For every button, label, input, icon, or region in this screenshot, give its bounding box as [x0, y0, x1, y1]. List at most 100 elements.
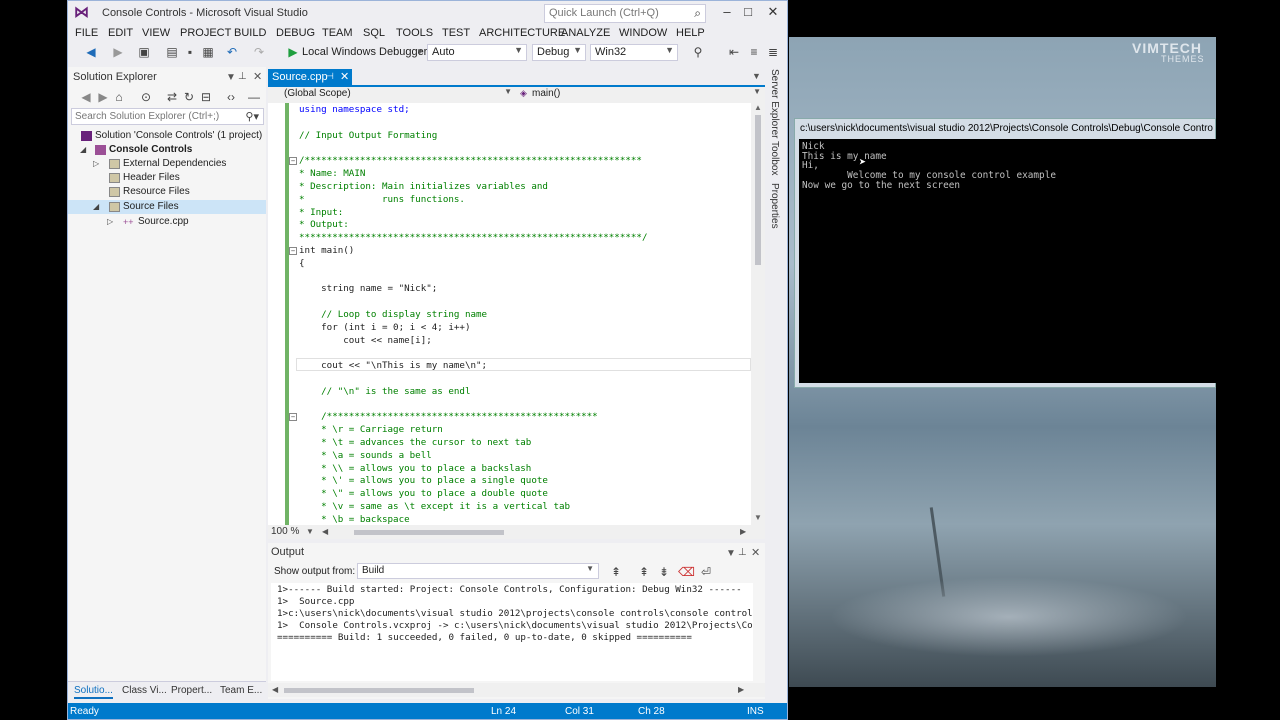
solution-config-dropdown[interactable]: Auto ▼	[427, 44, 527, 61]
menu-test[interactable]: TEST	[442, 27, 470, 39]
redo-icon[interactable]: ↷	[251, 44, 267, 60]
properties-icon[interactable]: —	[246, 89, 262, 105]
scroll-thumb[interactable]	[284, 688, 474, 693]
refresh-icon[interactable]: ↻	[181, 89, 197, 105]
tab-server-explorer[interactable]: Server Explorer	[769, 69, 780, 138]
close-icon[interactable]: ✕	[253, 70, 262, 83]
scroll-right-icon[interactable]: ▶	[740, 527, 746, 536]
save-icon[interactable]: ▪	[182, 44, 198, 60]
outline-collapse-icon[interactable]: −	[289, 413, 297, 421]
home-icon[interactable]: ⌂	[111, 89, 127, 105]
scroll-thumb[interactable]	[755, 115, 761, 265]
pin-icon[interactable]: ⊥	[238, 71, 247, 82]
tree-item-source-cpp[interactable]: ▷ ++ Source.cpp	[68, 215, 266, 229]
back-icon[interactable]: ◀	[83, 44, 99, 60]
menu-sql[interactable]: SQL	[363, 27, 385, 39]
zoom-level[interactable]: 100 %	[271, 526, 299, 537]
indent-icon[interactable]: ≡	[746, 44, 762, 60]
tree-item-source-files[interactable]: ◢ Source Files	[68, 200, 266, 214]
comment-icon[interactable]: ≣	[765, 44, 781, 60]
close-icon[interactable]: ✕	[340, 70, 349, 83]
scroll-down-icon[interactable]: ▼	[754, 513, 762, 522]
tab-solution-explorer[interactable]: Solutio...	[74, 685, 113, 699]
start-debugging-icon[interactable]: ▶	[285, 44, 301, 60]
tab-toolbox[interactable]: Toolbox	[769, 141, 780, 175]
editor-vertical-scrollbar[interactable]: ▲ ▼	[751, 103, 765, 525]
word-wrap-icon[interactable]: ⏎	[698, 564, 714, 580]
console-window[interactable]: c:\users\nick\documents\visual studio 20…	[794, 118, 1217, 388]
menu-analyze[interactable]: ANALYZE	[561, 27, 610, 39]
save-all-icon[interactable]: ▦	[200, 44, 216, 60]
go-to-previous-icon[interactable]: ⇞	[608, 564, 624, 580]
go-to-next-icon[interactable]: ⇞	[636, 564, 652, 580]
tab-properties[interactable]: Propert...	[171, 685, 212, 696]
code-editor[interactable]: − − − using namespace std; // Input Outp…	[268, 103, 751, 525]
pin-icon[interactable]: ⊥	[738, 547, 747, 558]
scope-dropdown[interactable]: (Global Scope) ▼	[268, 87, 516, 103]
console-output[interactable]: Nick This is my name Hi, Welcome to my c…	[799, 139, 1217, 383]
undo-icon[interactable]: ↶	[224, 44, 240, 60]
tab-properties-side[interactable]: Properties	[769, 183, 780, 229]
chevron-down-icon[interactable]: ▼	[752, 71, 761, 81]
maximize-button[interactable]: □	[735, 3, 761, 21]
tree-item-solution[interactable]: Solution 'Console Controls' (1 project)	[68, 129, 266, 143]
scroll-left-icon[interactable]: ◀	[272, 685, 278, 694]
tree-item-resource-files[interactable]: Resource Files	[68, 185, 266, 199]
expanded-icon[interactable]: ◢	[93, 200, 99, 214]
menu-help[interactable]: HELP	[676, 27, 705, 39]
find-icon[interactable]: ⚲	[690, 44, 706, 60]
chevron-down-icon[interactable]: ▼	[306, 527, 314, 536]
view-code-icon[interactable]: ‹›	[223, 89, 239, 105]
back-icon[interactable]: ◀	[78, 89, 94, 105]
forward-icon[interactable]: ▶	[95, 89, 111, 105]
menu-debug[interactable]: DEBUG	[276, 27, 315, 39]
find-message-icon[interactable]: ⇟	[656, 564, 672, 580]
menu-project[interactable]: PROJECT	[180, 27, 231, 39]
pin-icon[interactable]: ⊣	[326, 71, 334, 82]
platform-dropdown[interactable]: Win32 ▼	[590, 44, 678, 61]
forward-icon[interactable]: ▶	[110, 44, 126, 60]
toolbar-options-icon[interactable]: ⇤	[726, 44, 742, 60]
outline-collapse-icon[interactable]: −	[289, 247, 297, 255]
scroll-left-icon[interactable]: ◀	[322, 527, 328, 536]
menu-architecture[interactable]: ARCHITECTURE	[479, 27, 565, 39]
output-horizontal-scrollbar[interactable]: ◀ ▶	[268, 683, 765, 697]
debugger-button[interactable]: Local Windows Debugger	[302, 46, 427, 58]
close-icon[interactable]: ✕	[751, 546, 760, 559]
menu-file[interactable]: FILE	[75, 27, 98, 39]
menu-view[interactable]: VIEW	[142, 27, 170, 39]
scroll-up-icon[interactable]: ▲	[754, 103, 762, 112]
collapsed-icon[interactable]: ▷	[93, 157, 99, 171]
history-icon[interactable]: ⊙	[138, 89, 154, 105]
tree-item-external-dependencies[interactable]: ▷ External Dependencies	[68, 157, 266, 171]
menu-build[interactable]: BUILD	[234, 27, 266, 39]
close-button[interactable]: ✕	[760, 3, 786, 21]
solution-search-input[interactable]: Search Solution Explorer (Ctrl+;) ⚲▾	[71, 108, 264, 125]
tab-class-view[interactable]: Class Vi...	[122, 685, 167, 696]
chevron-down-icon[interactable]: ▼	[726, 548, 736, 559]
chevron-down-icon[interactable]: ▼	[226, 72, 236, 83]
collapsed-icon[interactable]: ▷	[107, 215, 113, 229]
editor-horizontal-scrollbar[interactable]: 100 % ▼ ◀ ▶	[268, 525, 765, 539]
scroll-right-icon[interactable]: ▶	[738, 685, 744, 694]
build-config-dropdown[interactable]: Debug ▼	[532, 44, 586, 61]
menu-window[interactable]: WINDOW	[619, 27, 667, 39]
scroll-thumb[interactable]	[354, 530, 504, 535]
menu-team[interactable]: TEAM	[322, 27, 353, 39]
tree-item-header-files[interactable]: Header Files	[68, 171, 266, 185]
output-source-dropdown[interactable]: Build ▼	[357, 563, 599, 579]
expanded-icon[interactable]: ◢	[80, 143, 86, 157]
tab-team-explorer[interactable]: Team E...	[220, 685, 262, 696]
tree-item-project[interactable]: ◢ Console Controls	[68, 143, 266, 157]
quick-launch-input[interactable]: Quick Launch (Ctrl+Q) ⌕	[544, 4, 706, 23]
outline-collapse-icon[interactable]: −	[289, 157, 297, 165]
chevron-down-icon[interactable]: ▼	[416, 47, 424, 56]
menu-tools[interactable]: TOOLS	[396, 27, 433, 39]
member-dropdown[interactable]: ◈ main() ▼	[516, 87, 765, 103]
output-text-area[interactable]: 1>------ Build started: Project: Console…	[271, 583, 753, 681]
menu-edit[interactable]: EDIT	[108, 27, 133, 39]
clear-all-icon[interactable]: ⌫	[678, 564, 695, 580]
new-project-icon[interactable]: ▣	[136, 44, 152, 60]
sync-icon[interactable]: ⇄	[164, 89, 180, 105]
open-file-icon[interactable]: ▤	[164, 44, 180, 60]
